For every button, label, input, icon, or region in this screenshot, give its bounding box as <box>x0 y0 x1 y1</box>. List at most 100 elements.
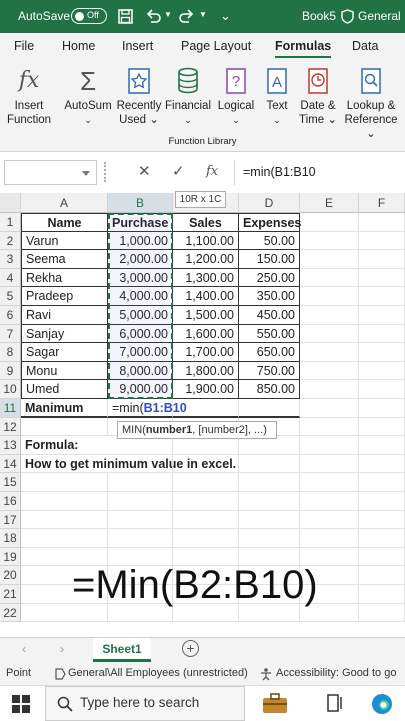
row-header-16[interactable]: 16 <box>0 492 21 511</box>
cell[interactable] <box>300 510 359 530</box>
table-cell[interactable]: Sanjay <box>21 324 108 344</box>
cell[interactable] <box>359 529 405 548</box>
lookup-reference-button[interactable]: Lookup & Reference ⌄ <box>340 65 402 141</box>
formula-input[interactable]: =min(B1:B10 <box>234 160 405 185</box>
table-cell[interactable]: Umed <box>21 380 108 399</box>
row-header-5[interactable]: 5 <box>0 287 21 306</box>
cell[interactable] <box>359 473 405 492</box>
cell[interactable] <box>108 454 173 474</box>
cell[interactable] <box>300 380 359 399</box>
windows-start-icon[interactable] <box>12 695 30 713</box>
cell[interactable] <box>300 231 359 251</box>
cell[interactable] <box>239 492 300 511</box>
column-header-b[interactable]: B <box>108 193 173 213</box>
table-cell[interactable]: 750.00 <box>239 361 300 381</box>
formula-heading-cell[interactable]: Formula: <box>21 436 108 455</box>
table-cell[interactable]: 250.00 <box>239 268 300 288</box>
table-cell[interactable]: 1,800.00 <box>173 361 239 381</box>
cell[interactable] <box>359 492 405 511</box>
cell[interactable] <box>300 343 359 362</box>
table-cell[interactable]: 1,100.00 <box>173 231 239 251</box>
cell[interactable] <box>359 510 405 530</box>
table-cell[interactable]: 1,200.00 <box>173 250 239 269</box>
cell[interactable] <box>108 492 173 511</box>
row-header-22[interactable]: 22 <box>0 603 21 623</box>
cell[interactable] <box>359 361 405 381</box>
table-cell[interactable]: 1,600.00 <box>173 324 239 344</box>
tab-formulas[interactable]: Formulas <box>275 39 332 58</box>
cell[interactable] <box>21 510 108 530</box>
cell[interactable] <box>300 417 359 437</box>
cell[interactable] <box>173 473 239 492</box>
select-all-corner[interactable] <box>0 193 21 213</box>
description-cell[interactable]: How to get minimum value in excel. <box>21 455 236 474</box>
table-cell[interactable]: 850.00 <box>239 380 300 399</box>
row-header-8[interactable]: 8 <box>0 343 21 362</box>
row-header-11[interactable]: 11 <box>0 399 21 418</box>
recently-used-button[interactable]: Recently Used ⌄ <box>116 65 162 127</box>
cell[interactable] <box>300 213 359 232</box>
row-header-10[interactable]: 10 <box>0 380 21 399</box>
cell[interactable] <box>359 566 405 585</box>
table-cell[interactable]: 1,700.00 <box>173 343 239 362</box>
table-header-cell[interactable]: Name <box>21 213 108 232</box>
enter-check-icon[interactable]: ✓ <box>172 162 185 180</box>
cell[interactable] <box>359 343 405 362</box>
undo-icon[interactable] <box>145 8 161 23</box>
table-cell[interactable]: 1,500.00 <box>173 306 239 325</box>
tab-file[interactable]: File <box>14 39 34 53</box>
table-header-cell[interactable]: Sales <box>173 213 239 232</box>
table-cell[interactable]: 1,400.00 <box>173 287 239 306</box>
cell[interactable] <box>359 380 405 399</box>
worksheet-grid[interactable]: A B C D E F 1234567891011121314151617181… <box>0 193 405 637</box>
table-cell[interactable]: 450.00 <box>239 306 300 325</box>
logical-button[interactable]: ? Logical ⌄ <box>214 65 258 127</box>
table-cell[interactable]: 150.00 <box>239 250 300 269</box>
cell[interactable] <box>359 231 405 251</box>
cell[interactable] <box>108 529 173 548</box>
table-cell[interactable]: 650.00 <box>239 343 300 362</box>
cell[interactable] <box>300 399 359 418</box>
cell[interactable] <box>359 399 405 418</box>
cell[interactable] <box>300 529 359 548</box>
table-cell[interactable]: Varun <box>21 231 108 251</box>
table-cell[interactable]: Seema <box>21 250 108 269</box>
cell[interactable] <box>173 510 239 530</box>
cell[interactable] <box>359 436 405 455</box>
autosave-toggle[interactable]: Off <box>71 8 107 24</box>
cell[interactable] <box>359 306 405 325</box>
row-header-15[interactable]: 15 <box>0 473 21 492</box>
cell[interactable] <box>21 529 108 548</box>
row-header-12[interactable]: 12 <box>0 417 21 437</box>
cell[interactable] <box>239 510 300 530</box>
table-cell[interactable]: Sagar <box>21 343 108 362</box>
cell[interactable] <box>300 473 359 492</box>
date-time-button[interactable]: Date & Time ⌄ <box>296 65 340 127</box>
label-cell-a11[interactable]: Manimum <box>21 399 108 418</box>
table-cell[interactable]: Monu <box>21 361 108 381</box>
cell[interactable] <box>300 436 359 455</box>
table-cell[interactable]: 1,300.00 <box>173 268 239 288</box>
cancel-icon[interactable]: ✕ <box>138 162 151 180</box>
cell[interactable] <box>300 306 359 325</box>
table-cell[interactable]: 350.00 <box>239 287 300 306</box>
cell[interactable] <box>239 529 300 548</box>
tab-home[interactable]: Home <box>62 39 95 53</box>
row-header-7[interactable]: 7 <box>0 324 21 344</box>
add-sheet-icon[interactable]: + <box>182 640 199 657</box>
cell[interactable] <box>359 287 405 306</box>
text-button[interactable]: A Text ⌄ <box>262 65 292 127</box>
redo-dropdown-icon[interactable]: ▼ <box>199 10 207 19</box>
cell[interactable] <box>239 473 300 492</box>
scroll-right-icon[interactable]: › <box>60 642 64 656</box>
cell[interactable] <box>21 492 108 511</box>
cell[interactable] <box>21 473 108 492</box>
column-header-f[interactable]: F <box>359 193 405 213</box>
row-header-14[interactable]: 14 <box>0 454 21 474</box>
column-header-e[interactable]: E <box>300 193 359 213</box>
cell[interactable] <box>108 473 173 492</box>
insert-function-button[interactable]: fx Insert Function <box>3 65 55 127</box>
cell[interactable] <box>359 213 405 232</box>
row-header-1[interactable]: 1 <box>0 213 21 232</box>
redo-icon[interactable] <box>179 8 195 23</box>
